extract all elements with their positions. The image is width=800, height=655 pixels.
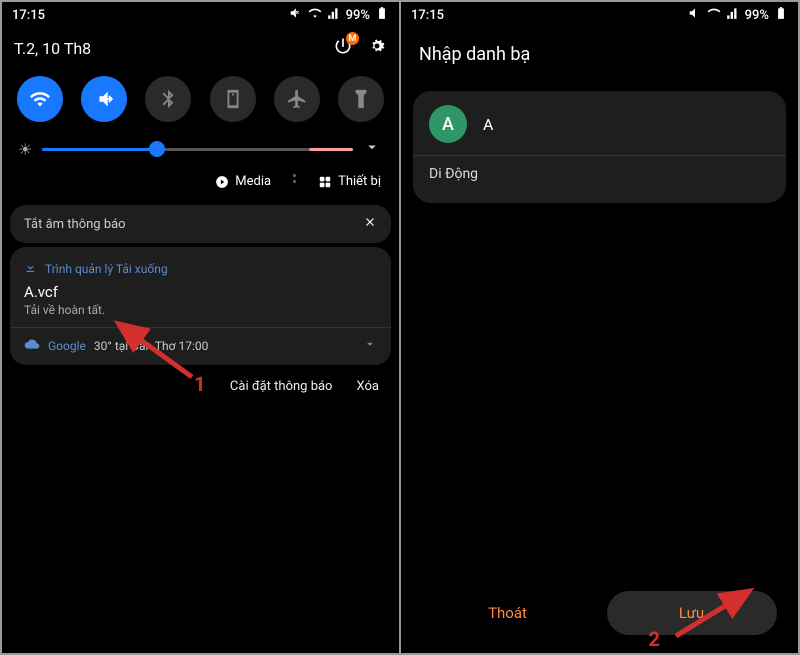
separator-dots [293, 174, 296, 189]
signal-icon [726, 6, 740, 24]
phone-type: Di Động [429, 166, 770, 182]
status-bar: 17:15 99% [2, 2, 399, 28]
notification-settings-button[interactable]: Cài đặt thông báo [230, 379, 333, 394]
status-battery: 99% [346, 8, 370, 23]
qs-airplane[interactable] [274, 76, 320, 122]
clear-button[interactable]: Xóa [356, 379, 379, 394]
media-button[interactable]: Media [215, 174, 271, 189]
screen-import-contact: 17:15 99% Nhập danh bạ A A Di Động Thoát… [401, 2, 798, 653]
devices-button[interactable]: Thiết bị [318, 174, 381, 189]
bottom-action-bar: Thoát Lưu [401, 591, 798, 635]
download-notification[interactable]: Trình quản lý Tải xuống A.vcf Tải về hoà… [10, 247, 391, 365]
gear-icon[interactable] [367, 36, 387, 60]
app-galaxy-store[interactable]: 🛍Galaxy Store [14, 544, 103, 601]
app-settings[interactable]: ⚙Cài đặt [204, 481, 293, 538]
annotation-number-2: 2 [649, 627, 660, 651]
sun-icon: ☀ [18, 140, 32, 159]
mute-icon [688, 6, 702, 24]
qs-wifi[interactable] [17, 76, 63, 122]
panel-date: T.2, 10 Th8 [14, 39, 91, 58]
weather-source: Google [48, 339, 86, 353]
weather-row[interactable]: Google 30° tại Cần Thơ 17:00 [24, 336, 377, 355]
download-source: Trình quản lý Tải xuống [45, 262, 168, 276]
cancel-button[interactable]: Thoát [423, 591, 593, 635]
quick-settings-row [2, 66, 399, 132]
avatar: A [429, 105, 467, 143]
badge-m: M [346, 32, 359, 45]
silent-notif-title: Tắt âm thông báo [24, 217, 126, 232]
battery-icon [375, 6, 389, 24]
media-devices-row: Media Thiết bị [2, 166, 399, 201]
app-files[interactable]: 📁File của bạn [109, 481, 198, 538]
wifi-icon [308, 6, 322, 24]
qs-flashlight[interactable] [338, 76, 384, 122]
annotation-number-1: 1 [194, 372, 205, 396]
close-icon[interactable] [363, 215, 377, 233]
weather-text: 30° tại Cần Thơ 17:00 [94, 339, 355, 353]
status-indicators: 99% [688, 6, 788, 24]
qs-sound[interactable] [81, 76, 127, 122]
app-clock[interactable]: ⏰Đồng hồ [14, 481, 103, 538]
wifi-icon [707, 6, 721, 24]
qs-bluetooth[interactable] [145, 76, 191, 122]
screen-notification-panel: 17:15 99% T.2, 10 Th8 M [2, 2, 401, 653]
app-gallery[interactable]: 🌸Bộ sưu tập [109, 544, 198, 601]
chevron-down-icon[interactable] [363, 138, 383, 160]
app-drive[interactable]: ▲Drive [298, 481, 387, 538]
silent-notification-header: Tắt âm thông báo [10, 205, 391, 243]
homescreen-background: ⏰Đồng hồ 📁File của bạn ⚙Cài đặt ▲Drive 🛍… [2, 473, 399, 653]
status-indicators: 99% [289, 6, 389, 24]
page-title: Nhập danh bạ [401, 28, 798, 85]
signal-icon [327, 6, 341, 24]
download-status: Tải về hoàn tất. [24, 303, 377, 317]
battery-icon [774, 6, 788, 24]
status-time: 17:15 [411, 8, 444, 23]
contact-card[interactable]: A A Di Động [413, 91, 786, 203]
status-battery: 99% [745, 8, 769, 23]
mute-icon [289, 6, 303, 24]
panel-header: T.2, 10 Th8 M [2, 28, 399, 66]
contact-name: A [483, 115, 493, 134]
qs-rotate[interactable] [210, 76, 256, 122]
cloud-icon [24, 336, 40, 355]
app-google[interactable]: GGoogle [298, 544, 387, 601]
app-play-store[interactable]: ▶CH Play [204, 544, 293, 601]
download-filename: A.vcf [24, 283, 377, 301]
download-icon [24, 261, 37, 277]
slider-track[interactable] [42, 148, 353, 151]
status-time: 17:15 [12, 8, 45, 23]
power-icon[interactable]: M [333, 36, 353, 60]
status-bar: 17:15 99% [401, 2, 798, 28]
slider-thumb[interactable] [149, 141, 165, 157]
save-button[interactable]: Lưu [607, 591, 777, 635]
chevron-down-icon[interactable] [363, 337, 377, 354]
brightness-slider[interactable]: ☀ [2, 132, 399, 166]
